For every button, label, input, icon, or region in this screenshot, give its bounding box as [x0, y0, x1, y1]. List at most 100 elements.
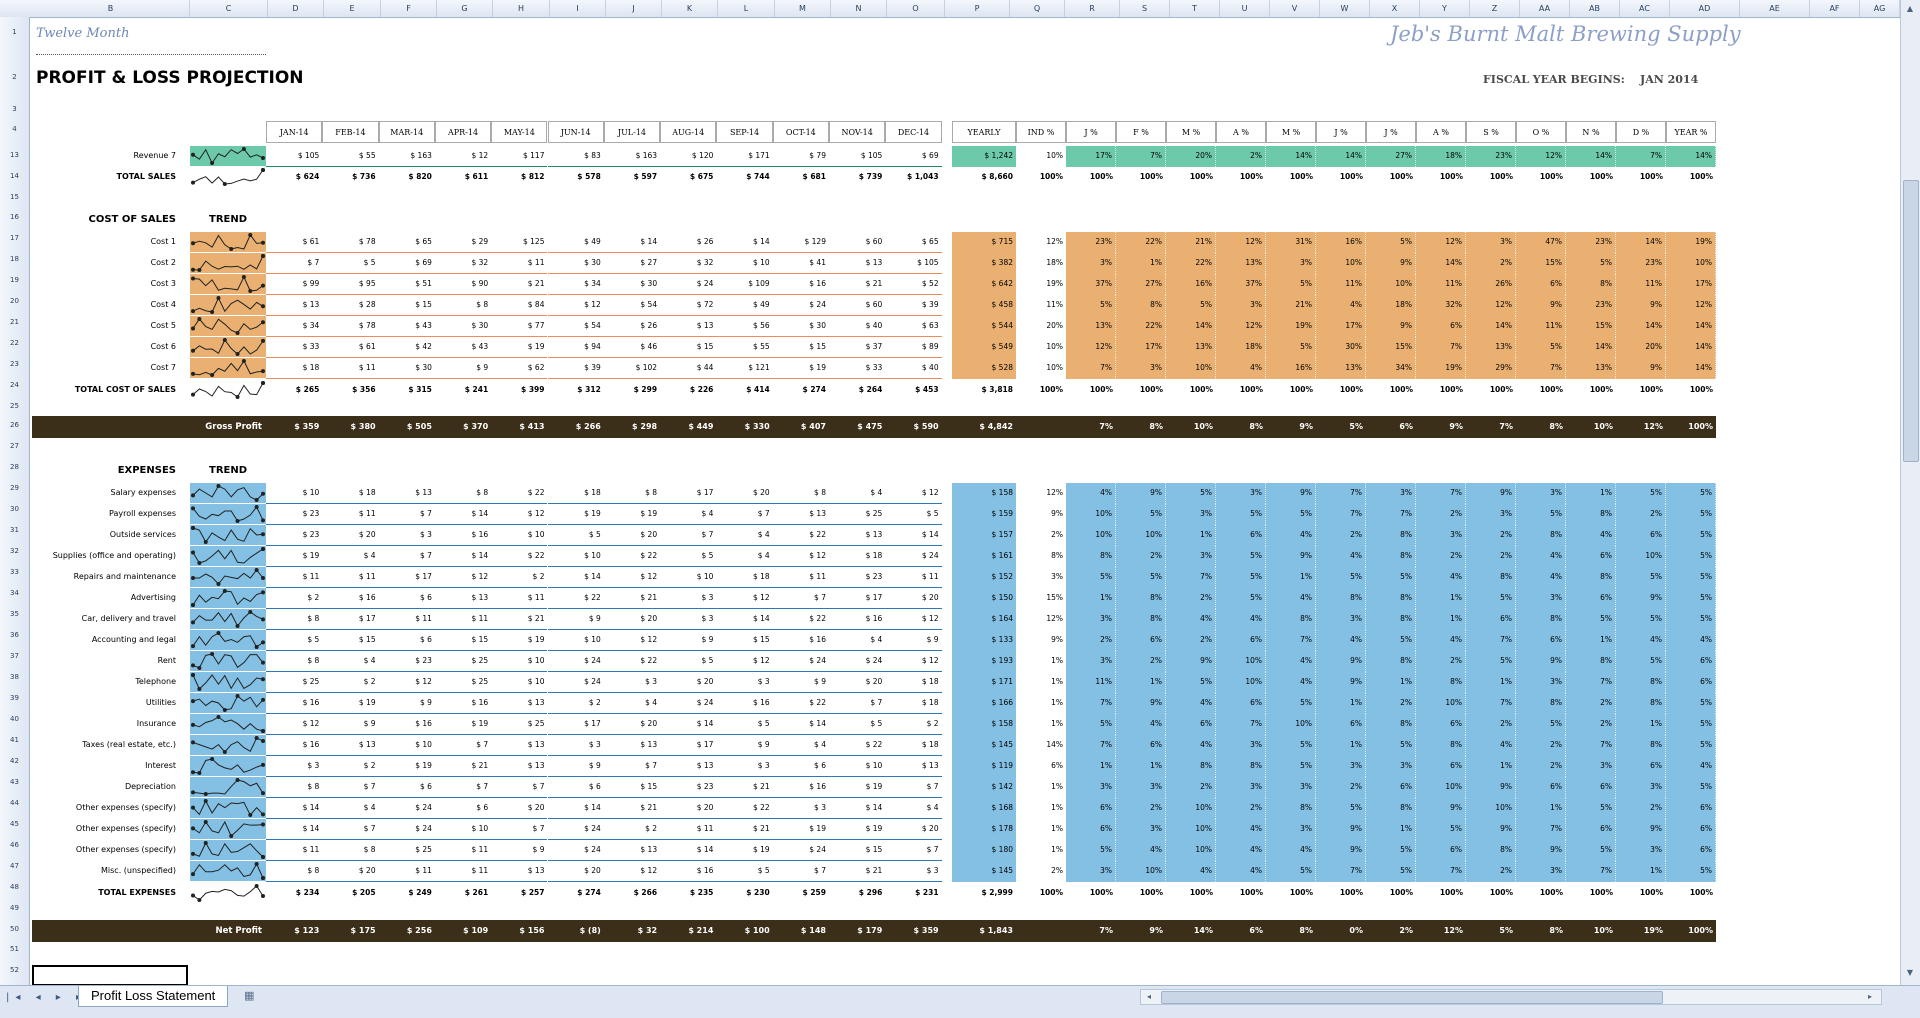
month-value[interactable]: $ 5	[660, 546, 717, 567]
month-value[interactable]: $ 14	[434, 504, 492, 525]
month-value[interactable]: $ 20	[660, 672, 717, 693]
row-header[interactable]: 37	[0, 652, 29, 660]
month-value[interactable]: $ 22	[772, 609, 829, 630]
month-value[interactable]: $ 13	[660, 316, 717, 337]
month-value[interactable]: $ 8	[266, 651, 323, 672]
month-value[interactable]: $ 611	[435, 167, 491, 188]
month-value[interactable]: $ 399	[491, 380, 547, 401]
month-value[interactable]: $ 7	[885, 840, 942, 861]
row-header[interactable]: 46	[0, 841, 29, 849]
month-value[interactable]: $ 296	[829, 883, 885, 904]
row-header[interactable]: 22	[0, 339, 29, 347]
month-value[interactable]: $ 7	[772, 588, 829, 609]
month-value[interactable]: $ 41	[772, 253, 829, 274]
month-value[interactable]: $ 43	[434, 337, 492, 358]
month-value[interactable]: $ 52	[885, 274, 942, 295]
month-value[interactable]: $ 820	[379, 167, 435, 188]
month-value[interactable]: $ 675	[660, 167, 716, 188]
scroll-down-icon[interactable]: ▼	[1903, 966, 1917, 980]
month-value[interactable]: $ 171	[716, 146, 773, 167]
column-header[interactable]: N	[831, 0, 887, 17]
month-value[interactable]: $ 20	[716, 483, 773, 504]
month-value[interactable]: $ 5	[547, 525, 604, 546]
month-value[interactable]: $ 22	[491, 546, 548, 567]
column-header[interactable]: AD	[1670, 0, 1740, 17]
row-header[interactable]: 43	[0, 778, 29, 786]
row-header[interactable]: 49	[0, 904, 29, 912]
month-value[interactable]: $ 46	[603, 337, 661, 358]
month-value[interactable]: $ 4	[716, 546, 773, 567]
month-value[interactable]: $ 17	[322, 609, 379, 630]
row-header[interactable]: 44	[0, 799, 29, 807]
month-value[interactable]: $ 10	[716, 253, 773, 274]
column-header[interactable]: L	[718, 0, 775, 17]
row-header[interactable]: 31	[0, 526, 29, 534]
month-value[interactable]: $ 32	[660, 253, 717, 274]
month-value[interactable]: $ 11	[378, 861, 435, 882]
month-value[interactable]: $ 24	[772, 840, 829, 861]
column-header[interactable]: I	[550, 0, 606, 17]
month-value[interactable]: $ 9	[772, 672, 829, 693]
month-value[interactable]: $ 33	[829, 358, 886, 379]
month-value[interactable]: $ 266	[604, 883, 660, 904]
month-value[interactable]: $ 16	[266, 735, 323, 756]
month-value[interactable]: $ 12	[885, 483, 942, 504]
month-value[interactable]: $ 12	[603, 861, 661, 882]
month-value[interactable]: $ 7	[378, 504, 435, 525]
month-value[interactable]: $ 14	[603, 232, 661, 253]
month-value[interactable]: $ 102	[603, 358, 661, 379]
month-value[interactable]: $ 72	[660, 295, 717, 316]
month-value[interactable]: $ 22	[772, 525, 829, 546]
month-value[interactable]: $ 11	[660, 819, 717, 840]
column-header[interactable]: U	[1220, 0, 1270, 17]
month-value[interactable]: $ 22	[772, 693, 829, 714]
month-value[interactable]: $ 26	[660, 232, 717, 253]
month-value[interactable]: $ 69	[885, 146, 942, 167]
month-value[interactable]: $ 14	[266, 798, 323, 819]
month-value[interactable]: $ 1,043	[885, 167, 941, 188]
month-value[interactable]: $ 16	[772, 777, 829, 798]
row-header[interactable]: 18	[0, 255, 29, 263]
column-header[interactable]: P	[945, 0, 1010, 17]
month-value[interactable]: $ 3	[266, 756, 323, 777]
month-value[interactable]: $ 20	[829, 672, 886, 693]
month-value[interactable]: $ 7	[716, 504, 773, 525]
month-value[interactable]: $ 234	[266, 883, 322, 904]
column-header[interactable]: O	[887, 0, 945, 17]
month-value[interactable]: $ 20	[603, 525, 661, 546]
month-value[interactable]: $ 10	[491, 525, 548, 546]
month-value[interactable]: $ 624	[266, 167, 322, 188]
month-value[interactable]: $ 259	[773, 883, 829, 904]
month-value[interactable]: $ 8	[266, 777, 323, 798]
month-value[interactable]: $ 163	[378, 146, 435, 167]
month-value[interactable]: $ 29	[434, 232, 492, 253]
month-value[interactable]: $ 24	[547, 651, 604, 672]
month-value[interactable]: $ 7	[266, 253, 323, 274]
month-value[interactable]: $ 19	[772, 819, 829, 840]
row-header[interactable]: 26	[0, 421, 29, 429]
month-value[interactable]: $ 24	[772, 651, 829, 672]
month-value[interactable]: $ 129	[772, 232, 829, 253]
month-value[interactable]: $ 23	[266, 525, 323, 546]
row-header[interactable]: 36	[0, 631, 29, 639]
month-value[interactable]: $ 10	[829, 756, 886, 777]
column-header[interactable]: X	[1370, 0, 1420, 17]
month-value[interactable]: $ 10	[547, 546, 604, 567]
month-value[interactable]: $ 4	[322, 798, 379, 819]
month-value[interactable]: $ 99	[266, 274, 323, 295]
month-value[interactable]: $ 14	[716, 232, 773, 253]
sheet-tab-profit-loss[interactable]: Profit Loss Statement	[78, 986, 229, 1007]
row-header[interactable]: 15	[0, 193, 29, 201]
month-value[interactable]: $ 14	[660, 714, 717, 735]
month-value[interactable]: $ 22	[829, 735, 886, 756]
row-header[interactable]: 30	[0, 505, 29, 513]
month-value[interactable]: $ 21	[434, 756, 492, 777]
month-value[interactable]: $ 10	[266, 483, 323, 504]
month-value[interactable]: $ 21	[603, 798, 661, 819]
month-value[interactable]: $ 69	[378, 253, 435, 274]
month-value[interactable]: $ 78	[322, 232, 379, 253]
month-value[interactable]: $ 117	[491, 146, 548, 167]
month-value[interactable]: $ 121	[716, 358, 773, 379]
month-value[interactable]: $ 261	[435, 883, 491, 904]
month-value[interactable]: $ 4	[322, 651, 379, 672]
